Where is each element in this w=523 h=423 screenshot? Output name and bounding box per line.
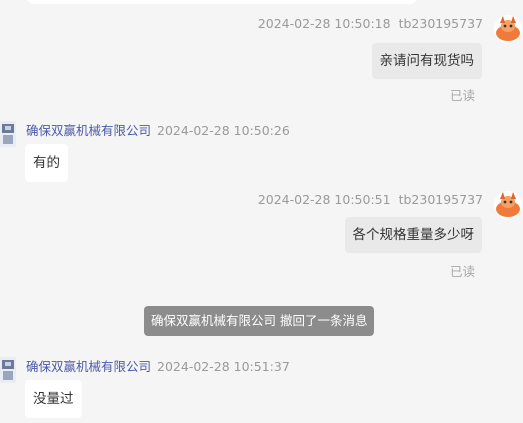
orange-cartoon-avatar-icon[interactable] (493, 14, 523, 44)
message-meta: 2024-02-28 10:50:18 tb230195737 (258, 16, 483, 31)
read-status: 已读 (449, 88, 475, 103)
message-bubble[interactable]: 没量过 (25, 380, 82, 418)
chat-window: 2024-02-28 10:50:18 tb230195737 亲请问有现货吗 已… (0, 0, 523, 423)
message-bubble[interactable]: 各个规格重量多少呀 (344, 217, 482, 253)
message-meta: 2024-02-28 10:50:51 tb230195737 (258, 192, 483, 207)
shop-name[interactable]: 确保双赢机械有限公司 (26, 359, 151, 374)
read-status: 已读 (449, 264, 475, 279)
shop-avatar-icon[interactable] (0, 357, 16, 383)
sender-name: tb230195737 (398, 192, 483, 207)
message-meta: 确保双赢机械有限公司 2024-02-28 10:50:26 (26, 120, 290, 139)
recall-notice: 确保双赢机械有限公司 撤回了一条消息 (144, 306, 375, 336)
sender-name: tb230195737 (398, 16, 483, 31)
message-time: 2024-02-28 10:50:26 (157, 123, 290, 138)
shop-name[interactable]: 确保双赢机械有限公司 (26, 123, 151, 138)
message-meta: 确保双赢机械有限公司 2024-02-28 10:51:37 (26, 356, 290, 375)
message-bubble[interactable]: 亲请问有现货吗 (371, 43, 482, 79)
message-bubble[interactable]: 有的 (25, 144, 68, 182)
previous-message-bubble (26, 0, 418, 4)
orange-cartoon-avatar-icon[interactable] (493, 190, 523, 220)
message-time: 2024-02-28 10:51:37 (157, 359, 290, 374)
message-time: 2024-02-28 10:50:51 (257, 192, 391, 207)
message-time: 2024-02-28 10:50:18 (257, 16, 391, 31)
shop-avatar-icon[interactable] (0, 121, 16, 147)
